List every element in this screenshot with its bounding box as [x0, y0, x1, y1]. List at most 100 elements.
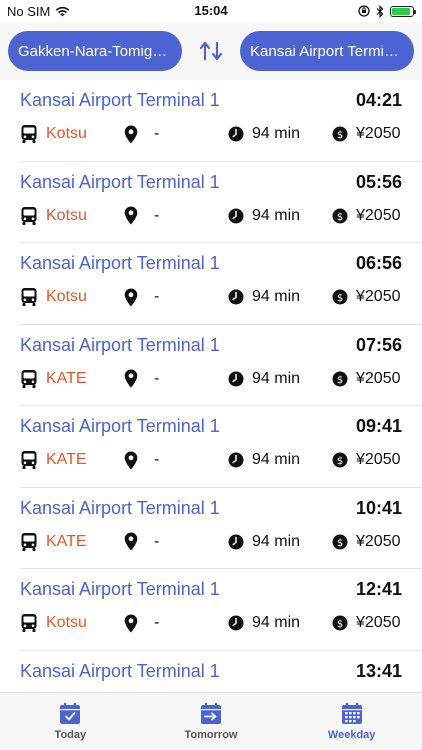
battery-level [392, 7, 410, 15]
location-pin-icon [124, 206, 138, 225]
fare-cell: $ ¥2050 [332, 125, 401, 143]
location-pin-icon [124, 125, 138, 143]
coin-dollar-icon: $ [332, 208, 348, 223]
duration-label: 94 min [252, 451, 301, 468]
fare-cell: $ ¥2050 [332, 533, 401, 551]
fare-cell: $ ¥2050 [332, 370, 401, 388]
departure-row[interactable]: Kansai Airport Terminal 1 05:56 Kotsu - … [20, 162, 422, 243]
fare-label: ¥2050 [356, 532, 401, 550]
fare-cell: $ ¥2050 [332, 451, 401, 469]
bus-icon [21, 451, 37, 469]
duration-cell: 94 min [228, 451, 332, 469]
destination-label: Kansai Airport Terminal 1 [20, 497, 220, 518]
stop-label: - [154, 532, 160, 550]
duration-cell: 94 min [228, 370, 332, 388]
destination-label: Kansai Airport Terminal 1 [20, 334, 220, 355]
duration-cell: 94 min [228, 533, 332, 551]
fare-label: ¥2050 [356, 614, 401, 631]
clock-icon [228, 289, 244, 305]
coin-dollar-icon: $ [332, 452, 348, 468]
clock-icon [228, 371, 244, 386]
duration-label: 94 min [252, 206, 301, 224]
departure-time: 13:41 [355, 660, 402, 681]
tab-tomorrow-label: Tomorrow [184, 729, 238, 741]
operator-label: Kotsu [46, 288, 87, 305]
fare-label: ¥2050 [356, 125, 401, 142]
clock-icon [228, 208, 244, 223]
duration-label: 94 min [252, 369, 301, 387]
stop-label: - [154, 369, 160, 387]
departure-row[interactable]: Kansai Airport Terminal 1 07:56 KATE - 9… [20, 325, 422, 406]
fare-cell: $ ¥2050 [332, 614, 401, 632]
stop-cell: - [124, 369, 228, 388]
stop-cell: - [124, 206, 228, 225]
location-pin-icon [124, 532, 138, 551]
location-pin-icon [124, 369, 138, 388]
departure-row[interactable]: Kansai Airport Terminal 1 04:21 Kotsu - … [20, 80, 422, 162]
bus-icon [21, 125, 37, 143]
fare-cell: $ ¥2050 [332, 207, 401, 225]
stop-cell: - [124, 451, 228, 470]
clock-icon [228, 534, 244, 549]
operator-cell: KATE [20, 369, 124, 389]
calendar-arrow-icon [201, 703, 221, 724]
duration-cell: 94 min [228, 125, 332, 143]
departure-time: 05:56 [355, 171, 402, 192]
stop-label: - [154, 451, 160, 468]
bus-icon [21, 369, 37, 388]
destination-label: Kansai Airport Terminal 1 [20, 171, 220, 192]
departure-time: 12:41 [355, 579, 402, 599]
stop-cell: - [124, 288, 228, 307]
operator-label: KATE [46, 369, 87, 387]
destination-label: Kansai Airport Terminal 1 [20, 416, 220, 436]
fare-label: ¥2050 [356, 369, 401, 387]
clock-icon [228, 452, 244, 468]
svg-text:$: $ [337, 538, 343, 549]
fare-label: ¥2050 [356, 206, 401, 224]
route-header: Gakken-Nara-Tomigaoka Kansai Airport Ter… [0, 22, 422, 80]
bus-icon [21, 206, 37, 225]
departure-row[interactable]: Kansai Airport Terminal 1 10:41 KATE - 9… [20, 488, 422, 569]
departure-time: 06:56 [355, 253, 402, 273]
fare-label: ¥2050 [356, 451, 401, 468]
bus-icon [21, 288, 37, 306]
status-time: 15:04 [194, 3, 228, 18]
departure-row[interactable]: Kansai Airport Terminal 1 12:41 Kotsu - … [20, 569, 422, 651]
tab-weekday[interactable]: Weekday [281, 693, 422, 750]
fare-label: ¥2050 [356, 288, 401, 305]
tab-tomorrow[interactable]: Tomorrow [141, 693, 282, 750]
departure-time: 10:41 [355, 497, 402, 518]
from-station-label: Gakken-Nara-Tomigaoka [18, 42, 172, 60]
from-station-button[interactable]: Gakken-Nara-Tomigaoka [8, 31, 182, 71]
coin-dollar-icon: $ [332, 126, 348, 142]
svg-text:$: $ [337, 456, 343, 467]
destination-label: Kansai Airport Terminal 1 [20, 90, 220, 110]
fare-cell: $ ¥2050 [332, 288, 401, 306]
operator-label: Kotsu [46, 614, 87, 631]
operator-label: KATE [46, 532, 87, 550]
clock-icon [228, 126, 244, 142]
departure-row[interactable]: Kansai Airport Terminal 1 13:41 Kotsu [20, 651, 422, 693]
duration-label: 94 min [252, 125, 301, 142]
departure-list[interactable]: Kansai Airport Terminal 1 04:21 Kotsu - … [0, 80, 422, 692]
svg-text:$: $ [337, 212, 343, 223]
bus-icon [21, 614, 37, 632]
operator-cell: KATE [20, 450, 124, 470]
calendar-check-icon [60, 703, 81, 724]
departure-row[interactable]: Kansai Airport Terminal 1 09:41 KATE - 9… [20, 406, 422, 488]
to-station-label: Kansai Airport Terminal 1 [250, 42, 404, 60]
operator-cell: KATE [20, 532, 124, 552]
to-station-button[interactable]: Kansai Airport Terminal 1 [240, 31, 414, 71]
coin-dollar-icon: $ [332, 289, 348, 305]
tab-weekday-label: Weekday [327, 729, 376, 741]
location-pin-icon [124, 451, 138, 469]
operator-cell: Kotsu [20, 124, 124, 144]
duration-cell: 94 min [228, 207, 332, 225]
swap-arrows-icon [199, 41, 223, 61]
clock-icon [228, 615, 244, 631]
tab-today[interactable]: Today [0, 693, 141, 750]
destination-label: Kansai Airport Terminal 1 [20, 253, 220, 273]
departure-row[interactable]: Kansai Airport Terminal 1 06:56 Kotsu - … [20, 243, 422, 325]
stop-label: - [154, 614, 160, 631]
swap-stations-button[interactable] [191, 31, 231, 71]
